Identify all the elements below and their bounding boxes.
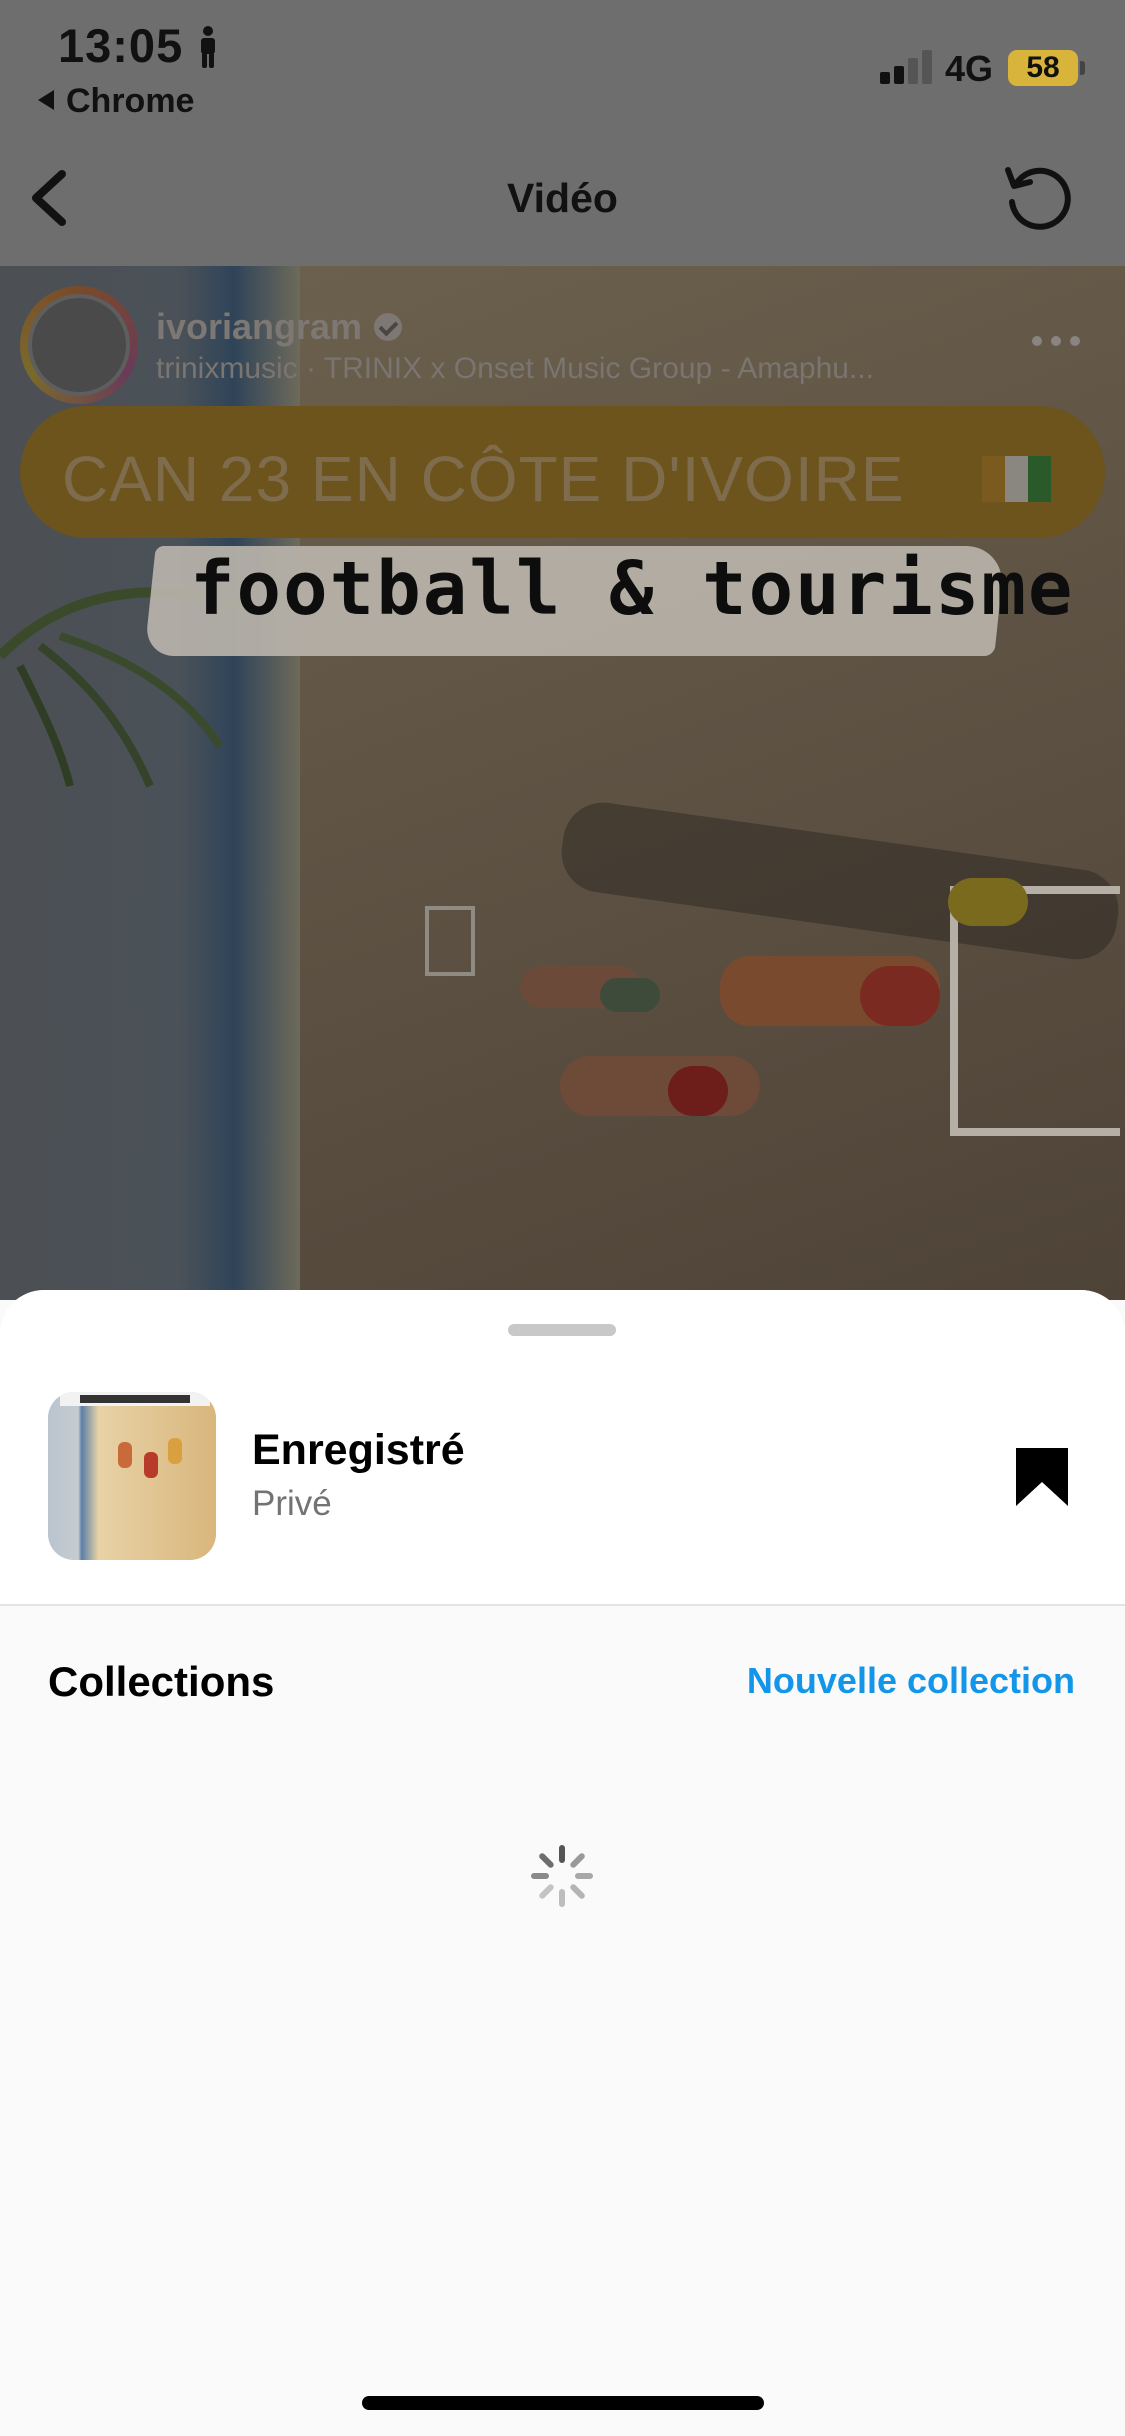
ivory-coast-flag-icon [982,456,1051,502]
refresh-icon[interactable] [1000,160,1076,236]
more-icon[interactable] [1032,336,1082,348]
video-player-figure [860,966,940,1026]
post-username[interactable]: ivoriangram [156,306,403,348]
back-to-app-button[interactable]: Chrome [38,82,194,121]
new-collection-button[interactable]: Nouvelle collection [747,1660,1075,1702]
bookmark-icon[interactable] [1014,1446,1070,1508]
thumbnail-figure [118,1442,132,1468]
post-music[interactable]: trinixmusic · TRINIX x Onset Music Group… [156,352,874,386]
thumbnail-caption [60,1392,210,1406]
network-type: 4G [945,48,994,89]
verified-icon [374,313,403,341]
video-player-figure [948,878,1028,926]
sheet-grabber[interactable] [508,1324,616,1336]
home-indicator[interactable] [362,2396,764,2410]
battery-icon: 58 [1008,50,1078,86]
video-player-figure [560,1056,760,1116]
back-triangle-icon [38,90,54,110]
saved-thumbnail [48,1392,216,1560]
battery-cap [1080,61,1085,75]
collections-heading: Collections [48,1658,275,1705]
video-small-goal [425,906,475,976]
spinner-icon [531,1845,593,1907]
nav-bar: Vidéo [0,130,1125,266]
thumbnail-figure [144,1452,158,1478]
video-subheadline: football & tourisme [190,546,1075,632]
signal-icon [880,50,932,84]
video-headline: CAN 23 EN CÔTE D'IVOIRE [62,443,905,515]
thumbnail-figure [168,1438,182,1464]
video-player-figure [668,1066,728,1116]
person-icon [201,26,215,68]
status-bar: 13:05 Chrome 4G 58 [0,0,1125,130]
saved-row[interactable]: Enregistré Privé [0,1290,1125,1606]
status-time: 13:05 [58,19,184,72]
save-bottom-sheet: Enregistré Privé Collections Nouvelle co… [0,1290,1125,2436]
video-player-figure [600,978,660,1012]
saved-privacy: Privé [252,1484,332,1523]
avatar[interactable] [28,294,130,396]
saved-title: Enregistré [252,1426,465,1474]
video-post[interactable]: ivoriangram trinixmusic · TRINIX x Onset… [0,266,1125,1300]
page-title: Vidéo [507,175,618,221]
battery-level: 58 [1026,51,1060,84]
back-app-label: Chrome [66,82,195,120]
username-text: ivoriangram [156,306,363,347]
